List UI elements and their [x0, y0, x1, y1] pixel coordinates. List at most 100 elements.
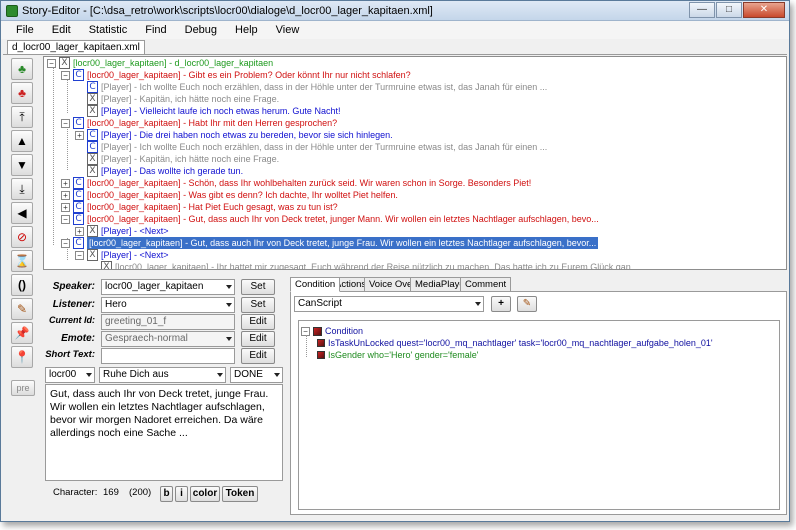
title-bar: Story-Editor - [C:\dsa_retro\work\script… — [1, 1, 789, 21]
add-child-button[interactable]: ♣ — [11, 82, 33, 104]
tree-row[interactable]: X [locr00_lager_kapitaen] - Ihr hattet m… — [89, 261, 638, 269]
tree-row[interactable]: − C [locr00_lager_kapitaen] - Gut, dass a… — [61, 213, 599, 225]
timer-button[interactable]: ⌛ — [11, 250, 33, 272]
chevron-down-icon — [217, 373, 223, 377]
x-node-icon: X — [87, 105, 98, 117]
menu-file[interactable]: File — [7, 24, 43, 36]
speaker-label: Speaker: — [52, 281, 95, 292]
condition-item[interactable]: IsGender who='Hero' gender='female' — [317, 349, 478, 361]
state-select[interactable]: DONE — [230, 367, 283, 383]
emote-edit-button[interactable]: Edit — [241, 331, 275, 347]
token-button[interactable]: Token — [222, 486, 258, 502]
edit-condition-button[interactable]: ✎ — [517, 296, 537, 312]
current-id-edit-button[interactable]: Edit — [241, 314, 275, 330]
disable-button[interactable]: ⊘ — [11, 226, 33, 248]
move-top-icon: ⤒ — [19, 109, 25, 124]
tree-row[interactable]: + C [locr00_lager_kapitaen] - Schön, dass… — [61, 177, 531, 189]
add-condition-button[interactable]: + — [491, 296, 511, 312]
emote-select[interactable]: Gespraech-normal — [101, 331, 235, 347]
tree-row[interactable]: C [Player] - Ich wollte Euch noch erzähl… — [75, 141, 547, 153]
close-button[interactable]: ✕ — [743, 2, 785, 18]
c-node-icon: C — [73, 69, 84, 81]
scope-select[interactable]: locr00 — [45, 367, 95, 383]
color-button[interactable]: color — [190, 486, 220, 502]
tree-row[interactable]: + C [Player] - Die drei haben noch etwas … — [75, 129, 393, 141]
listener-set-button[interactable]: Set — [241, 297, 275, 313]
c-node-icon: C — [73, 237, 84, 249]
move-up-button[interactable]: ▲ — [11, 130, 33, 152]
condition-item[interactable]: IsTaskUnLocked quest='locr00_mq_nachtlag… — [317, 337, 713, 349]
condition-icon — [317, 351, 325, 359]
condition-tab-body: CanScript + ✎ − Condition IsTaskUnLocked… — [290, 291, 787, 515]
move-top-button[interactable]: ⤒ — [11, 106, 33, 128]
tree-row[interactable]: − X [Player] - <Next> — [75, 249, 169, 261]
pin-button[interactable]: 📌 — [11, 322, 33, 344]
speaker-select[interactable]: locr00_lager_kapitaen — [101, 279, 235, 295]
italic-button[interactable]: i — [175, 486, 188, 502]
tree-row[interactable]: + C [locr00_lager_kapitaen] - Hat Piet Eu… — [61, 201, 338, 213]
menu-edit[interactable]: Edit — [43, 24, 80, 36]
menu-statistic[interactable]: Statistic — [80, 24, 137, 36]
x-node-icon: X — [59, 57, 70, 69]
pre-button[interactable]: pre — [11, 380, 35, 396]
tree-row[interactable]: X [Player] - Vielleicht laufe ich noch e… — [75, 105, 340, 117]
current-id-field[interactable]: greeting_01_f — [101, 314, 235, 330]
tree-row[interactable]: X [Player] - Das wollte ich gerade tun. — [75, 165, 243, 177]
tab-comment[interactable]: Comment — [460, 277, 512, 292]
dialog-tree[interactable]: − X [locr00_lager_kapitaen] - d_locr00_la… — [43, 56, 787, 270]
dialog-text-area[interactable]: Gut, dass auch Ihr von Deck tretet, jung… — [45, 384, 283, 481]
condition-root-node[interactable]: − Condition — [301, 325, 363, 337]
condition-tree[interactable]: − Condition IsTaskUnLocked quest='locr00… — [298, 320, 780, 510]
tree-row[interactable]: + C [locr00_lager_kapitaen] - Was gibt es… — [61, 189, 398, 201]
tree-row[interactable]: X [Player] - Kapitän, ich hätte noch ein… — [75, 93, 279, 105]
menu-help[interactable]: Help — [226, 24, 267, 36]
add-root-button[interactable]: ♣ — [11, 58, 33, 80]
pin-remove-button[interactable]: 📍 — [11, 346, 33, 368]
listener-select[interactable]: Hero — [101, 297, 235, 313]
maximize-button[interactable]: □ — [716, 2, 742, 18]
menu-debug[interactable]: Debug — [176, 24, 226, 36]
tree-red-icon: ♣ — [18, 86, 26, 100]
tree-row[interactable]: − C [locr00_lager_kapitaen] - Habt Ihr mi… — [61, 117, 337, 129]
condition-icon — [313, 326, 322, 336]
menu-view[interactable]: View — [267, 24, 309, 36]
condition-icon — [317, 339, 325, 347]
braces-button[interactable]: () — [11, 274, 33, 296]
chevron-down-icon — [226, 337, 232, 341]
chevron-down-icon — [226, 285, 232, 289]
character-count: 169 — [103, 487, 119, 498]
document-tab[interactable]: d_locr00_lager_kapitaen.xml — [7, 40, 145, 55]
c-node-icon: C — [87, 141, 98, 153]
pencil-icon: ✎ — [522, 298, 532, 309]
condition-script-select[interactable]: CanScript — [294, 296, 484, 312]
tree-row-selected[interactable]: − C [locr00_lager_kapitaen] - Gut, dass a… — [61, 237, 599, 249]
tree-row[interactable]: − C [locr00_lager_kapitaen] - Gibt es ein… — [61, 69, 411, 81]
tab-condition[interactable]: Condition — [290, 277, 341, 292]
tree-row[interactable]: C [Player] - Ich wollte Euch noch erzähl… — [75, 81, 547, 93]
c-node-icon: C — [73, 177, 84, 189]
bold-button[interactable]: b — [160, 486, 173, 502]
move-bottom-icon: ⤓ — [19, 181, 25, 196]
edit-pencil-button[interactable]: ✎ — [11, 298, 33, 320]
listener-label: Listener: — [52, 299, 95, 310]
arrow-down-icon: ▼ — [16, 158, 28, 172]
minimize-button[interactable]: — — [689, 2, 715, 18]
short-text-edit-button[interactable]: Edit — [241, 348, 275, 364]
current-id-label: Current Id: — [49, 315, 95, 325]
c-node-icon: C — [73, 189, 84, 201]
character-label: Character: — [53, 487, 98, 498]
arrow-up-icon: ▲ — [16, 134, 28, 148]
speaker-set-button[interactable]: Set — [241, 279, 275, 295]
c-node-icon: C — [87, 81, 98, 93]
move-down-button[interactable]: ▼ — [11, 154, 33, 176]
short-text-field[interactable] — [101, 348, 235, 364]
tree-root-node[interactable]: − X [locr00_lager_kapitaen] - d_locr00_la… — [47, 57, 273, 69]
move-bottom-button[interactable]: ⤓ — [11, 178, 33, 200]
move-left-button[interactable]: ◀ — [11, 202, 33, 224]
tree-row[interactable]: + X [Player] - <Next> — [75, 225, 169, 237]
tree-row[interactable]: X [Player] - Kapitän, ich hätte noch ein… — [75, 153, 279, 165]
quest-select[interactable]: Ruhe Dich aus — [99, 367, 226, 383]
emote-label: Emote: — [61, 333, 95, 344]
menu-find[interactable]: Find — [136, 24, 175, 36]
x-node-icon: X — [87, 225, 98, 237]
